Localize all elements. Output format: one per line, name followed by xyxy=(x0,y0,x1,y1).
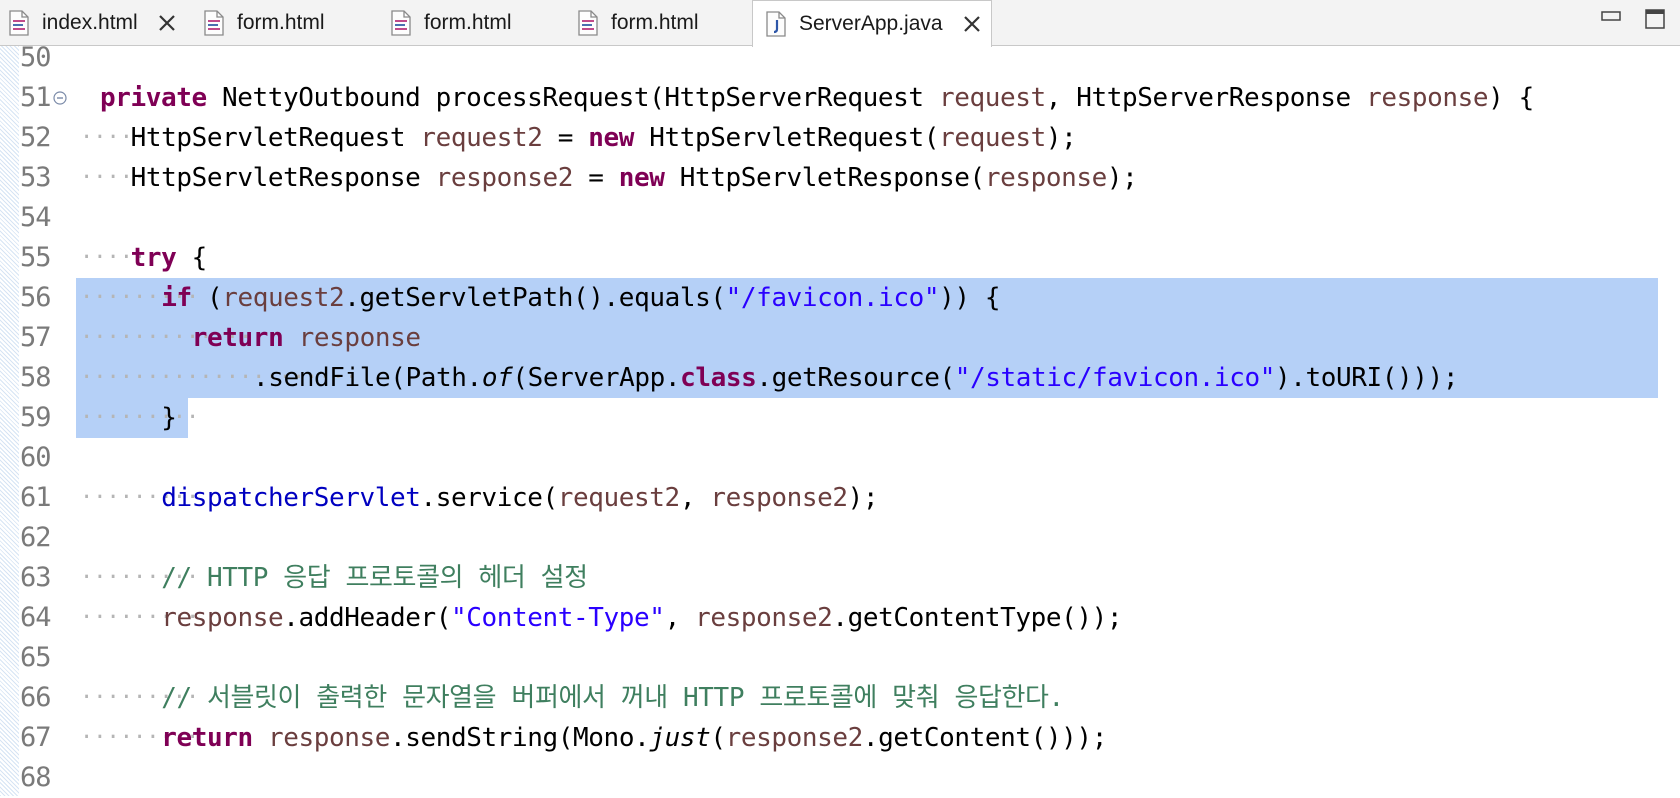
code-text: HttpServletResponse response2 = new Http… xyxy=(130,163,1138,193)
code-line[interactable]: 59 ·········} xyxy=(0,398,1680,438)
code-line[interactable]: 64 ········· response.addHeader("Content-T… xyxy=(0,598,1680,638)
line-number: 58 xyxy=(20,362,52,393)
java-file-icon xyxy=(766,11,786,37)
line-number: 62 xyxy=(20,522,52,553)
code-text: if (request2.getServletPath().equals("/f… xyxy=(161,283,1001,313)
collapse-fold-icon[interactable] xyxy=(53,91,67,105)
code-line[interactable]: 56 ········· if (request2.getServletPath()… xyxy=(0,278,1680,318)
html-file-icon xyxy=(578,10,598,36)
code-text: return response xyxy=(191,323,421,353)
close-icon[interactable] xyxy=(961,13,983,35)
line-number: 53 xyxy=(20,162,52,193)
code-line[interactable]: 65 xyxy=(0,638,1680,678)
code-text: private NettyOutbound processRequest(Htt… xyxy=(100,83,1534,113)
code-line[interactable]: 53 ····· HttpServletResponse response2 = n… xyxy=(0,158,1680,198)
code-line[interactable]: 60 xyxy=(0,438,1680,478)
tab-label: index.html xyxy=(42,11,138,34)
html-file-icon xyxy=(391,10,411,36)
code-line[interactable]: 57 ············· return response xyxy=(0,318,1680,358)
code-line[interactable]: 68 xyxy=(0,758,1680,798)
code-line[interactable]: 58 ····················· .sendFile(Path.of… xyxy=(0,358,1680,398)
code-text: // HTTP 응답 프로토콜의 헤더 설정 xyxy=(161,563,588,593)
code-line[interactable]: 51 private NettyOutbound processRequest(H… xyxy=(0,78,1680,118)
line-number: 64 xyxy=(20,602,52,633)
line-number: 52 xyxy=(20,122,52,153)
code-line[interactable]: 61 ········· dispatcherServlet.service(req… xyxy=(0,478,1680,518)
line-number: 61 xyxy=(20,482,52,513)
code-text: // 서블릿이 출력한 문자열을 버퍼에서 꺼내 HTTP 프로토콜에 맞춰 응… xyxy=(161,683,1064,713)
whitespace-markers: ········· xyxy=(80,405,200,430)
close-icon[interactable] xyxy=(156,12,178,34)
tab-label: form.html xyxy=(611,11,699,34)
code-text: } xyxy=(161,403,177,433)
html-file-icon xyxy=(9,10,29,36)
line-number: 68 xyxy=(20,762,52,793)
code-line[interactable]: 54 xyxy=(0,198,1680,238)
line-number: 66 xyxy=(20,682,52,713)
tab-label: form.html xyxy=(424,11,512,34)
code-line[interactable]: 52 ····· HttpServletRequest request2 = new… xyxy=(0,118,1680,158)
line-number: 67 xyxy=(20,722,52,753)
tab-label: form.html xyxy=(237,11,325,34)
minimize-icon[interactable] xyxy=(1600,8,1622,30)
line-number: 55 xyxy=(20,242,52,273)
code-line[interactable]: 67 ········· return response.sendString(Mo… xyxy=(0,718,1680,758)
code-line[interactable]: 55 ····· try { xyxy=(0,238,1680,278)
code-text: try { xyxy=(130,243,208,273)
line-number: 60 xyxy=(20,442,52,473)
line-number: 56 xyxy=(20,282,52,313)
line-number: 54 xyxy=(20,202,52,233)
line-number: 65 xyxy=(20,642,52,673)
line-number: 57 xyxy=(20,322,52,353)
line-number: 51 xyxy=(20,82,52,113)
code-line[interactable]: 62 xyxy=(0,518,1680,558)
code-line[interactable]: 66 ·········// 서블릿이 출력한 문자열을 버퍼에서 꺼내 HTTP… xyxy=(0,678,1680,718)
line-number: 50 xyxy=(20,42,52,73)
code-line[interactable]: 50 xyxy=(0,38,1680,78)
code-editor[interactable]: 50 51 private NettyOutbound processRequest… xyxy=(0,42,1680,798)
maximize-icon[interactable] xyxy=(1644,8,1666,30)
tab-label: ServerApp.java xyxy=(799,12,943,35)
code-text: return response.sendString(Mono.just(res… xyxy=(161,723,1107,753)
code-text: dispatcherServlet.service(request2, resp… xyxy=(161,483,879,513)
line-number: 63 xyxy=(20,562,52,593)
code-text: response.addHeader("Content-Type", respo… xyxy=(161,603,1123,633)
code-line[interactable]: 63 ·········// HTTP 응답 프로토콜의 헤더 설정 xyxy=(0,558,1680,598)
code-text: HttpServletRequest request2 = new HttpSe… xyxy=(130,123,1077,153)
line-number: 59 xyxy=(20,402,52,433)
code-text: .sendFile(Path.of(ServerApp.class.getRes… xyxy=(253,363,1459,393)
html-file-icon xyxy=(204,10,224,36)
